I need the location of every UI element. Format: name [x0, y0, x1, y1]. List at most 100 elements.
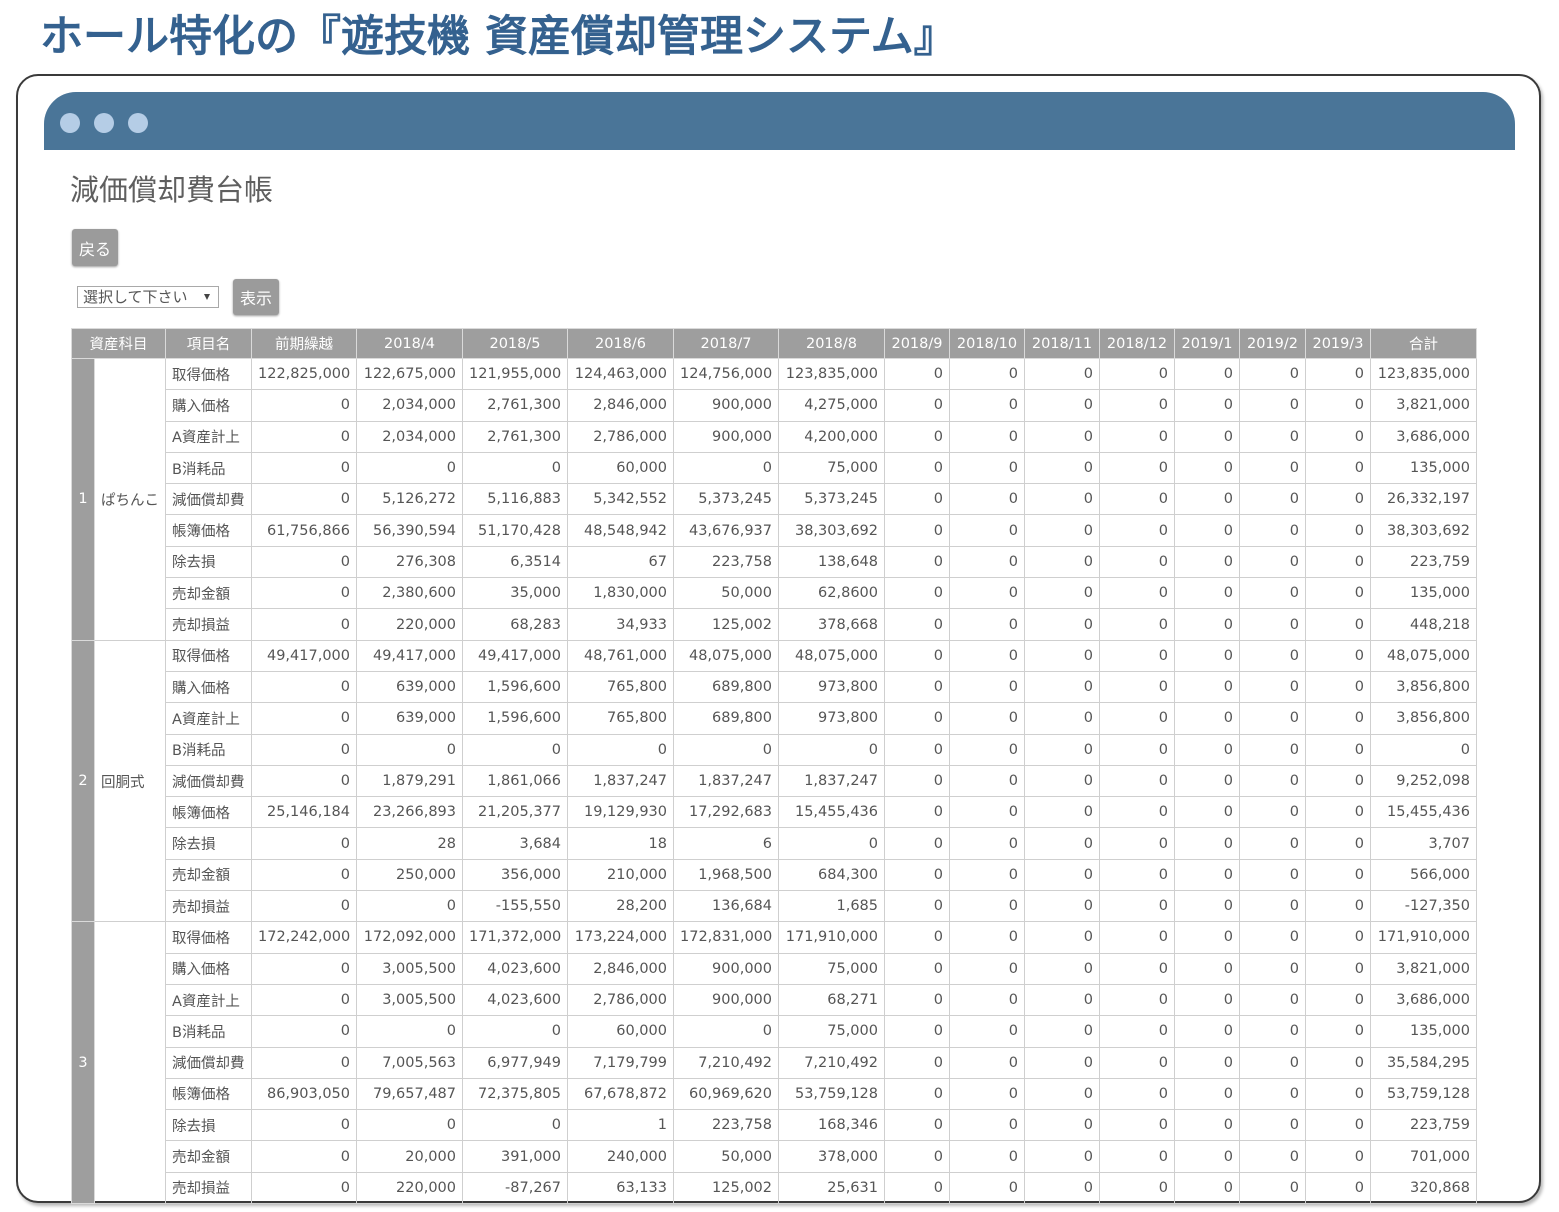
show-button[interactable]: 表示 — [233, 279, 279, 315]
value-cell: 0 — [949, 1171, 1025, 1205]
value-cell: 0 — [884, 545, 950, 579]
column-header-month: 2018/9 — [884, 328, 950, 359]
value-cell: 223,758 — [673, 1109, 779, 1142]
row-item-name: 売却金額 — [165, 858, 252, 892]
column-header-month: 2018/7 — [673, 328, 779, 359]
value-cell: 0 — [1305, 389, 1371, 422]
value-cell: 0 — [251, 702, 357, 735]
value-cell: 67 — [567, 545, 674, 579]
value-cell: 223,759 — [1370, 1109, 1477, 1142]
value-cell: 0 — [949, 608, 1025, 641]
value-cell: 639,000 — [356, 702, 463, 735]
value-cell: 0 — [1305, 952, 1371, 985]
column-header-month: 2018/8 — [778, 328, 885, 359]
value-cell: 0 — [1305, 608, 1371, 641]
value-cell: 48,075,000 — [673, 639, 779, 672]
table-row: 除去損 0 276,308 6,3514 67 223,758 138,648 0 0 0 0 0 0 0… — [72, 545, 1477, 579]
value-cell: 0 — [1024, 858, 1100, 892]
row-item-name: 除去損 — [165, 1109, 252, 1142]
value-cell: 0 — [1305, 451, 1371, 485]
asset-group-number: 1 — [71, 358, 95, 641]
value-cell: 171,910,000 — [1370, 921, 1477, 954]
value-cell: 9,252,098 — [1370, 764, 1477, 798]
value-cell: 0 — [1024, 357, 1100, 391]
value-cell: 61,756,866 — [251, 514, 357, 547]
value-cell: 28,200 — [567, 890, 674, 923]
value-cell: 0 — [949, 983, 1025, 1017]
value-cell: 75,000 — [778, 1015, 885, 1048]
value-cell: 0 — [884, 921, 950, 954]
value-cell: 68,283 — [462, 608, 568, 641]
value-cell: 1 — [567, 1109, 674, 1142]
value-cell: 25,146,184 — [251, 796, 357, 829]
value-cell: 3,005,500 — [356, 983, 463, 1017]
row-item-name: 売却金額 — [165, 1140, 252, 1173]
value-cell: 356,000 — [462, 858, 568, 892]
value-cell: 0 — [1239, 796, 1306, 829]
value-cell: 72,375,805 — [462, 1077, 568, 1111]
value-cell: 0 — [1305, 357, 1371, 391]
column-header-total: 合計 — [1370, 328, 1477, 359]
value-cell: 0 — [1305, 983, 1371, 1017]
value-cell: 3,707 — [1370, 827, 1477, 860]
value-cell: 0 — [1305, 1140, 1371, 1173]
value-cell: 0 — [251, 1140, 357, 1173]
value-cell: 0 — [884, 1140, 950, 1173]
value-cell: 2,034,000 — [356, 389, 463, 422]
value-cell: 0 — [356, 451, 463, 485]
value-cell: 0 — [949, 827, 1025, 860]
value-cell: 48,075,000 — [778, 639, 885, 672]
table-row: 帳簿価格 25,146,184 23,266,893 21,205,377 19,129… — [72, 796, 1477, 829]
value-cell: 0 — [1024, 983, 1100, 1017]
value-cell: 49,417,000 — [356, 639, 463, 672]
value-cell: 0 — [1174, 639, 1240, 672]
value-cell: 4,023,600 — [462, 952, 568, 985]
back-button[interactable]: 戻る — [72, 229, 118, 266]
value-cell: 900,000 — [673, 420, 779, 453]
value-cell: 0 — [1305, 420, 1371, 453]
value-cell: 0 — [1174, 827, 1240, 860]
value-cell: 689,800 — [673, 702, 779, 735]
value-cell: 0 — [251, 1171, 357, 1205]
row-item-name: B消耗品 — [165, 733, 252, 766]
value-cell: 2,761,300 — [462, 389, 568, 422]
value-cell: 0 — [1239, 483, 1306, 516]
value-cell: 0 — [251, 389, 357, 422]
value-cell: 0 — [1370, 733, 1477, 766]
value-cell: 0 — [1239, 1015, 1306, 1048]
value-cell: 75,000 — [778, 952, 885, 985]
value-cell: 701,000 — [1370, 1140, 1477, 1173]
value-cell: 0 — [884, 983, 950, 1017]
table-row: B消耗品 0 0 0 60,000 0 75,000 0 0 0 0 0 0 0 135,000 — [72, 451, 1477, 485]
value-cell: 0 — [1024, 1015, 1100, 1048]
category-select[interactable]: 選択して下さい — [77, 286, 219, 308]
value-cell: 0 — [1099, 483, 1175, 516]
window-titlebar — [44, 92, 1515, 150]
value-cell: 0 — [1239, 545, 1306, 579]
value-cell: 0 — [1174, 764, 1240, 798]
value-cell: 0 — [356, 1109, 463, 1142]
value-cell: 168,346 — [778, 1109, 885, 1142]
value-cell: 0 — [1024, 1140, 1100, 1173]
value-cell: 0 — [949, 1046, 1025, 1079]
column-header-month: 2019/3 — [1305, 328, 1371, 359]
table-row: 売却損益 0 220,000 68,283 34,933 125,002 378,668 0 0… — [72, 608, 1477, 641]
value-cell: 0 — [884, 639, 950, 672]
row-item-name: B消耗品 — [165, 451, 252, 485]
row-item-name: 帳簿価格 — [165, 796, 252, 829]
column-header-month: 2018/5 — [462, 328, 568, 359]
value-cell: 0 — [1024, 514, 1100, 547]
value-cell: 1,861,066 — [462, 764, 568, 798]
value-cell: 0 — [1099, 1171, 1175, 1205]
value-cell: 1,879,291 — [356, 764, 463, 798]
value-cell: 0 — [1239, 670, 1306, 704]
value-cell: 0 — [949, 639, 1025, 672]
value-cell: 684,300 — [778, 858, 885, 892]
value-cell: 3,684 — [462, 827, 568, 860]
value-cell: 689,800 — [673, 670, 779, 704]
value-cell: 172,242,000 — [251, 921, 357, 954]
row-item-name: 帳簿価格 — [165, 514, 252, 547]
table-row: 売却金額 0 20,000 391,000 240,000 50,000 378,000 0 0… — [72, 1140, 1477, 1173]
value-cell: 0 — [1305, 514, 1371, 547]
value-cell: 53,759,128 — [1370, 1077, 1477, 1111]
